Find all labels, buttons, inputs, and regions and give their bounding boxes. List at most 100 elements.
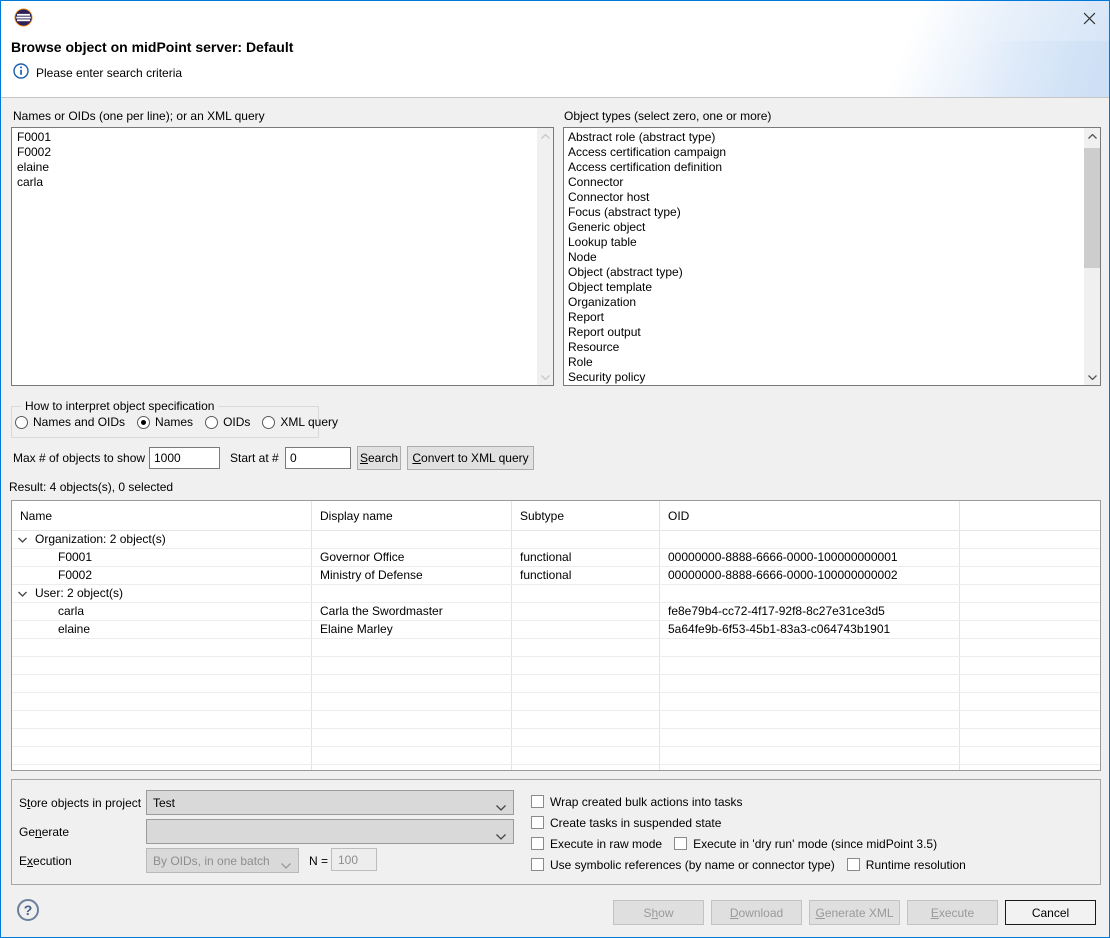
name-cell <box>12 747 312 764</box>
object-type-option[interactable]: Security policy <box>564 370 1083 385</box>
header-gradient-decoration-2 <box>869 41 1109 97</box>
object-row[interactable]: carlaCarla the Swordmasterfe8e79b4-cc72-… <box>12 603 1100 621</box>
checkbox-icon[interactable] <box>531 816 544 829</box>
group-row[interactable]: User: 2 object(s) <box>12 585 1100 603</box>
name-cell <box>12 711 312 728</box>
object-type-option[interactable]: Object (abstract type) <box>564 265 1083 280</box>
name-cell <box>12 657 312 674</box>
object-type-option[interactable]: Object template <box>564 280 1083 295</box>
help-button[interactable]: ? <box>17 899 39 921</box>
column-header-display-name[interactable]: Display name <box>312 501 512 530</box>
object-type-option[interactable]: Organization <box>564 295 1083 310</box>
name-cell <box>12 639 312 656</box>
name-cell: elaine <box>12 621 312 638</box>
display-name-cell <box>312 585 512 602</box>
checkbox-option-create-tasks-in-suspended-state[interactable]: Create tasks in suspended state <box>531 816 721 830</box>
oid-cell <box>660 729 960 746</box>
expand-chevron-icon[interactable] <box>18 585 27 602</box>
object-type-option[interactable]: Generic object <box>564 220 1083 235</box>
checkbox-icon[interactable] <box>531 795 544 808</box>
radio-icon[interactable] <box>262 416 275 429</box>
convert-to-xml-button[interactable]: Convert to XML query <box>407 446 534 470</box>
radio-option-names-and-oids[interactable]: Names and OIDs <box>15 415 125 429</box>
object-type-option[interactable]: Access certification definition <box>564 160 1083 175</box>
subtype-cell: functional <box>512 567 660 584</box>
interpret-groupbox-label: How to interpret object specification <box>21 399 218 413</box>
cancel-button[interactable]: Cancel <box>1005 900 1096 925</box>
object-type-option[interactable]: Access certification campaign <box>564 145 1083 160</box>
checkbox-row: Wrap created bulk actions into tasks <box>531 791 966 812</box>
search-button[interactable]: Search <box>357 446 401 470</box>
column-header-oid[interactable]: OID <box>660 501 960 530</box>
scroll-up-icon[interactable] <box>1084 128 1100 144</box>
checkbox-option-wrap-created-bulk-actions-into-tasks[interactable]: Wrap created bulk actions into tasks <box>531 795 743 809</box>
oid-cell: fe8e79b4-cc72-4f17-92f8-8c27e31ce3d5 <box>660 603 960 620</box>
checkbox-option-use-symbolic-references-by-name-or-conne[interactable]: Use symbolic references (by name or conn… <box>531 858 835 872</box>
names-input[interactable]: F0001 F0002 elaine carla <box>12 128 537 385</box>
checkbox-icon[interactable] <box>674 837 687 850</box>
checkbox-label: Execute in 'dry run' mode (since midPoin… <box>693 837 937 851</box>
generate-label: Generate <box>19 825 69 839</box>
max-objects-input[interactable] <box>149 447 220 469</box>
object-type-option[interactable]: Abstract role (abstract type) <box>564 130 1083 145</box>
checkbox-icon[interactable] <box>531 858 544 871</box>
info-icon <box>13 63 29 82</box>
subtype-cell <box>512 657 660 674</box>
group-name-cell: Organization: 2 object(s) <box>12 531 312 548</box>
result-table-header: Name Display name Subtype OID <box>12 501 1100 531</box>
column-header-name[interactable]: Name <box>12 501 312 530</box>
object-type-option[interactable]: Report <box>564 310 1083 325</box>
radio-label: XML query <box>280 415 338 429</box>
checkbox-icon[interactable] <box>531 837 544 850</box>
extra-cell <box>960 729 1100 746</box>
group-row[interactable]: Organization: 2 object(s) <box>12 531 1100 549</box>
generate-select[interactable] <box>146 819 514 844</box>
extra-cell <box>960 531 1100 548</box>
checkbox-option-execute-in-raw-mode[interactable]: Execute in raw mode <box>531 837 662 851</box>
object-type-option[interactable]: Node <box>564 250 1083 265</box>
column-header-extra[interactable] <box>960 501 1100 530</box>
object-type-option[interactable]: Connector <box>564 175 1083 190</box>
help-question-icon: ? <box>24 902 33 918</box>
radio-icon[interactable] <box>15 416 28 429</box>
object-type-option[interactable]: Lookup table <box>564 235 1083 250</box>
checkbox-option-runtime-resolution[interactable]: Runtime resolution <box>847 858 966 872</box>
object-type-option[interactable]: Report output <box>564 325 1083 340</box>
object-type-option[interactable]: Resource <box>564 340 1083 355</box>
checkbox-option-execute-in-dry-run-mode-since-midpoint-3[interactable]: Execute in 'dry run' mode (since midPoin… <box>674 837 937 851</box>
display-name-cell <box>312 693 512 710</box>
radio-option-xml-query[interactable]: XML query <box>262 415 338 429</box>
execute-button: Execute <box>907 900 998 925</box>
names-panel-label: Names or OIDs (one per line); or an XML … <box>13 109 265 123</box>
subtype-cell <box>512 747 660 764</box>
close-icon[interactable] <box>1079 9 1099 27</box>
column-header-subtype[interactable]: Subtype <box>512 501 660 530</box>
object-row[interactable]: F0002Ministry of Defensefunctional000000… <box>12 567 1100 585</box>
scroll-down-icon[interactable] <box>537 369 553 385</box>
object-type-option[interactable]: Focus (abstract type) <box>564 205 1083 220</box>
display-name-cell: Carla the Swordmaster <box>312 603 512 620</box>
radio-label: OIDs <box>223 415 250 429</box>
object-types-scrollbar[interactable] <box>1084 128 1100 385</box>
object-row[interactable]: F0001Governor Officefunctional00000000-8… <box>12 549 1100 567</box>
object-type-option[interactable]: Connector host <box>564 190 1083 205</box>
start-at-input[interactable] <box>285 447 351 469</box>
names-scrollbar[interactable] <box>537 128 553 385</box>
scroll-down-icon[interactable] <box>1084 369 1100 385</box>
start-at-label: Start at # <box>230 451 279 465</box>
radio-option-oids[interactable]: OIDs <box>205 415 250 429</box>
expand-chevron-icon[interactable] <box>18 531 27 548</box>
radio-icon[interactable] <box>205 416 218 429</box>
scroll-up-icon[interactable] <box>537 128 553 144</box>
object-row[interactable]: elaineElaine Marley5a64fe9b-6f53-45b1-83… <box>12 621 1100 639</box>
empty-table-row <box>12 729 1100 747</box>
radio-selected-icon[interactable] <box>137 416 150 429</box>
store-project-value: Test <box>153 796 175 810</box>
object-type-option[interactable]: Role <box>564 355 1083 370</box>
display-name-cell <box>312 765 512 771</box>
scrollbar-thumb[interactable] <box>1084 148 1100 268</box>
radio-option-names[interactable]: Names <box>137 415 193 429</box>
store-project-select[interactable]: Test <box>146 790 514 815</box>
extra-cell <box>960 747 1100 764</box>
checkbox-icon[interactable] <box>847 858 860 871</box>
